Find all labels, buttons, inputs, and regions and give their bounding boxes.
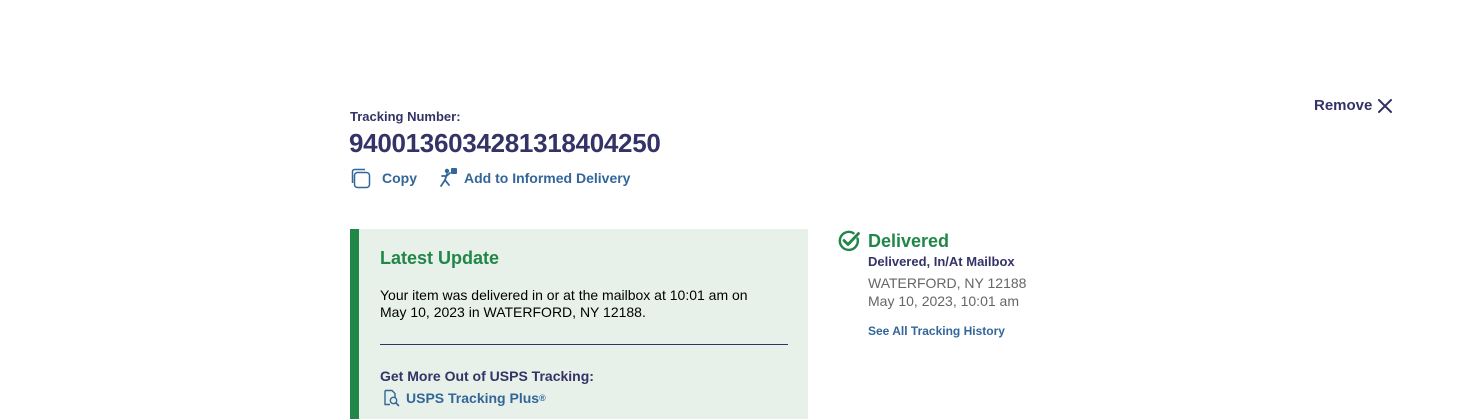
tracking-number-label: Tracking Number: [350,109,461,124]
copy-icon [349,167,382,189]
remove-button[interactable]: Remove [1314,97,1393,114]
close-icon [1378,98,1393,113]
tracking-page: Tracking Number: 9400136034281318404250 … [0,0,1483,419]
status-title: Delivered [868,230,950,251]
status-location: WATERFORD, NY 12188 [868,275,1027,291]
latest-update-panel: Latest Update Your item was delivered in… [350,229,808,419]
remove-label: Remove [1314,97,1373,114]
status-detail: Delivered, In/At Mailbox [868,254,1015,269]
status-header: Delivered [838,230,1026,252]
see-all-tracking-history-link[interactable]: See All Tracking History [868,324,1005,338]
tracking-plus-icon [382,389,406,407]
usps-tracking-plus-link[interactable]: USPS Tracking Plus ® [382,389,546,407]
check-circle-icon [838,230,868,252]
latest-update-text: Your item was delivered in or at the mai… [380,287,748,320]
tracking-plus-label: USPS Tracking Plus [406,390,540,406]
copy-label: Copy [382,170,417,186]
more-tracking-label: Get More Out of USPS Tracking: [380,368,594,384]
add-to-informed-delivery-button[interactable]: Add to Informed Delivery [438,167,630,189]
informed-delivery-label: Add to Informed Delivery [464,170,631,186]
delivery-status: Delivered Delivered, In/At Mailbox WATER… [838,230,1026,340]
tracking-number: 9400136034281318404250 [349,128,661,158]
divider [380,344,788,345]
status-time: May 10, 2023, 10:01 am [868,293,1019,309]
tracking-actions: Copy Add to Informed Delivery [349,167,630,189]
registered-mark: ® [539,393,546,403]
copy-button[interactable]: Copy [349,167,417,189]
latest-update-title: Latest Update [380,248,500,268]
informed-delivery-icon [438,167,464,189]
